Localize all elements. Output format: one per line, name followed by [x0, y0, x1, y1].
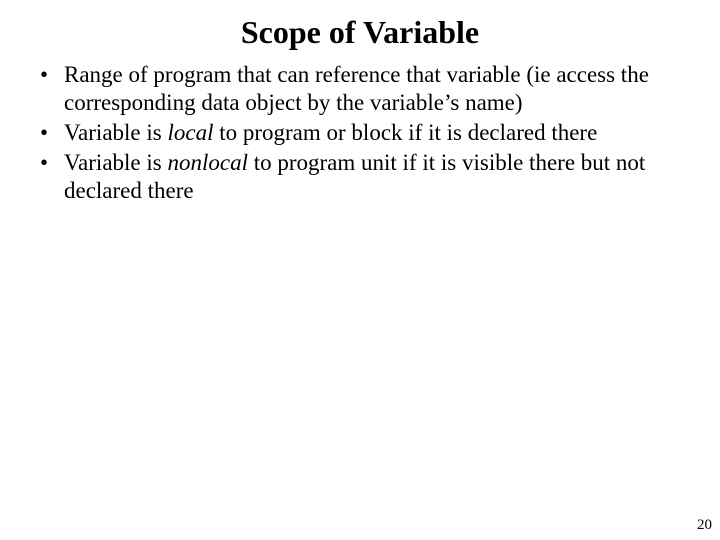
slide: Scope of Variable Range of program that …	[0, 0, 720, 540]
bullet-text-after: to program or block if it is declared th…	[213, 120, 597, 145]
bullet-italic: nonlocal	[167, 150, 248, 175]
bullet-list: Range of program that can reference that…	[40, 61, 680, 205]
bullet-item: Range of program that can reference that…	[40, 61, 680, 117]
bullet-item: Variable is nonlocal to program unit if …	[40, 149, 680, 205]
bullet-text: Variable is	[64, 120, 167, 145]
slide-title: Scope of Variable	[0, 0, 720, 61]
bullet-item: Variable is local to program or block if…	[40, 119, 680, 147]
slide-body: Range of program that can reference that…	[0, 61, 720, 205]
bullet-text: Variable is	[64, 150, 167, 175]
bullet-italic: local	[167, 120, 213, 145]
bullet-text: Range of program that can reference that…	[64, 62, 649, 115]
page-number: 20	[697, 517, 712, 534]
